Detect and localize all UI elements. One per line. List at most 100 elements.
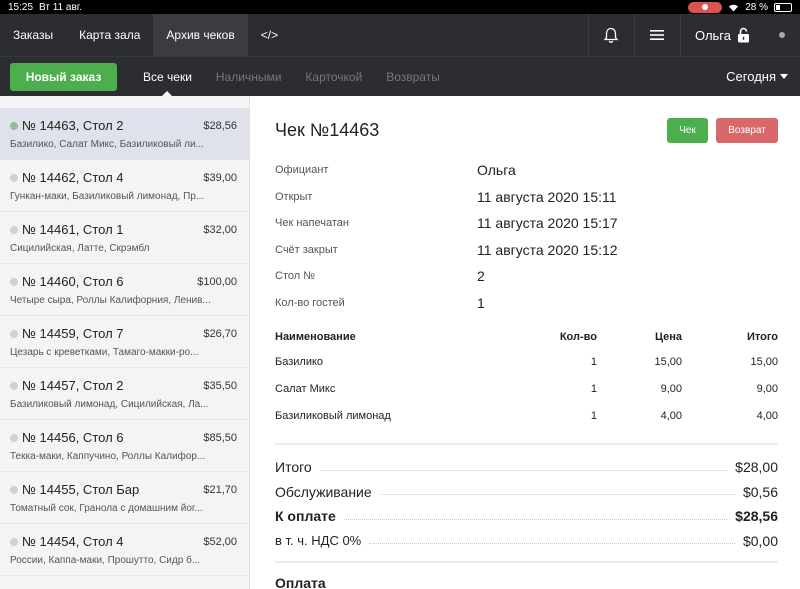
amount-due-row: К оплате $28,56 bbox=[275, 504, 778, 529]
filter-cash[interactable]: Наличными bbox=[204, 57, 294, 97]
item-price: 9,00 bbox=[660, 382, 682, 395]
item-name: Базиликовый лимонад bbox=[275, 409, 391, 422]
bell-icon bbox=[604, 27, 619, 43]
notifications-button[interactable] bbox=[587, 14, 634, 56]
lock-icon bbox=[738, 27, 749, 43]
subtotal-row: Итого $28,00 bbox=[275, 455, 778, 480]
total-label: К оплате bbox=[275, 508, 336, 525]
receipt-list-item[interactable]: № 14455, Стол Бар $21,70 Томатный сок, Гр… bbox=[0, 472, 249, 524]
info-label: Счёт закрыт bbox=[275, 243, 338, 256]
receipt-items-summary: Цезарь с креветками, Тамаго-макки-ро... bbox=[10, 347, 199, 358]
screen-recording-icon bbox=[688, 1, 723, 13]
item-total: 15,00 bbox=[750, 355, 778, 368]
payment-heading: Оплата bbox=[275, 575, 326, 589]
info-value: 1 bbox=[477, 294, 485, 311]
items-table: Наименование Кол-во Цена Итого Базилико … bbox=[275, 326, 778, 429]
receipt-amount: $35,50 bbox=[203, 379, 237, 392]
total-label: Итого bbox=[275, 459, 312, 476]
new-order-button[interactable]: Новый заказ bbox=[10, 62, 117, 91]
item-price: 4,00 bbox=[660, 409, 682, 422]
status-dot-icon bbox=[10, 485, 18, 494]
tab-hall-map[interactable]: Карта зала bbox=[66, 14, 153, 56]
receipt-info: Официант Ольга Открыт 11 августа 2020 15:1… bbox=[275, 157, 778, 316]
service-row: Обслуживание $0,56 bbox=[275, 480, 778, 505]
tab-label: Карта зала bbox=[79, 28, 141, 42]
status-dot-icon bbox=[10, 381, 18, 390]
status-dot-icon bbox=[10, 173, 18, 182]
info-value: 11 августа 2020 15:11 bbox=[477, 188, 617, 205]
item-qty: 1 bbox=[590, 355, 597, 368]
tab-label: Архив чеков bbox=[166, 28, 235, 42]
caret-down-icon bbox=[780, 74, 788, 79]
total-label: Обслуживание bbox=[275, 483, 372, 500]
total-amount: $28,00 bbox=[735, 459, 778, 476]
divider bbox=[275, 561, 778, 563]
receipt-list-item[interactable]: № 14463, Стол 2 $28,56 Базилико, Салат Ми… bbox=[0, 108, 249, 160]
receipt-title: № 14460, Стол 6 bbox=[22, 274, 124, 289]
receipt-amount: $26,70 bbox=[203, 327, 237, 340]
receipt-title: № 14454, Стол 4 bbox=[22, 534, 124, 549]
item-price: 15,00 bbox=[654, 355, 682, 368]
tab-code[interactable]: </> bbox=[248, 14, 291, 56]
wifi-icon bbox=[729, 4, 739, 11]
filter-bar: Новый заказ Все чеки Наличными Карточкой… bbox=[0, 56, 800, 97]
period-select[interactable]: Сегодня bbox=[726, 69, 788, 84]
status-dot-icon bbox=[10, 277, 18, 286]
item-total: 9,00 bbox=[756, 382, 778, 395]
receipt-amount: $52,00 bbox=[203, 535, 237, 548]
receipts-list: № 14463, Стол 2 $28,56 Базилико, Салат Ми… bbox=[0, 96, 250, 589]
info-value: 11 августа 2020 15:17 bbox=[477, 215, 618, 232]
period-value: Сегодня bbox=[726, 69, 776, 84]
battery-icon bbox=[774, 2, 792, 12]
table-row: Базиликовый лимонад 1 4,00 4,00 bbox=[275, 402, 778, 429]
status-time: 15:25 bbox=[8, 1, 34, 13]
connection-status-icon bbox=[764, 14, 800, 56]
info-value: Ольга bbox=[477, 162, 516, 179]
column-total-header: Итого bbox=[746, 331, 778, 343]
total-label: в т. ч. НДС 0% bbox=[275, 533, 362, 549]
dotted-leader bbox=[319, 469, 728, 471]
user-menu[interactable]: Ольга bbox=[679, 14, 764, 56]
dotted-leader bbox=[369, 543, 735, 545]
item-qty: 1 bbox=[590, 382, 597, 395]
menu-icon bbox=[650, 30, 665, 40]
filter-returns[interactable]: Возвраты bbox=[374, 57, 452, 97]
receipt-list-item[interactable]: № 14461, Стол 1 $32,00 Сицилийская, Латте… bbox=[0, 212, 249, 264]
item-name: Базилико bbox=[275, 355, 324, 368]
tab-receipts-archive[interactable]: Архив чеков bbox=[153, 14, 248, 56]
top-navigation: Заказы Карта зала Архив чеков </> Ольга bbox=[0, 14, 800, 56]
divider bbox=[275, 443, 778, 445]
menu-button[interactable] bbox=[633, 14, 680, 56]
status-dot-icon bbox=[10, 537, 18, 546]
receipt-title: № 14462, Стол 4 bbox=[22, 170, 124, 185]
receipt-title: № 14461, Стол 1 bbox=[22, 222, 124, 237]
table-row: Базилико 1 15,00 15,00 bbox=[275, 348, 778, 375]
receipt-list-item[interactable]: № 14454, Стол 4 $52,00 России, Каппа-маки… bbox=[0, 524, 249, 576]
info-label: Кол-во гостей bbox=[275, 296, 345, 309]
print-receipt-button[interactable]: Чек bbox=[667, 118, 708, 143]
receipt-amount: $85,50 bbox=[203, 431, 237, 444]
receipt-amount: $100,00 bbox=[197, 275, 237, 288]
dotted-leader bbox=[343, 518, 728, 520]
receipt-list-item[interactable]: № 14462, Стол 4 $39,00 Гункан-маки, Базил… bbox=[0, 160, 249, 212]
receipt-totals: Итого $28,00 Обслуживание $0,56 К оплате $2… bbox=[275, 455, 778, 553]
user-name: Ольга bbox=[694, 27, 731, 43]
vat-row: в т. ч. НДС 0% $0,00 bbox=[275, 529, 778, 554]
filter-all-receipts[interactable]: Все чеки bbox=[131, 57, 204, 97]
receipt-list-item[interactable]: № 14456, Стол 6 $85,50 Текка-маки, Каппуч… bbox=[0, 420, 249, 472]
receipt-list-item[interactable]: № 14459, Стол 7 $26,70 Цезарь с креветкам… bbox=[0, 316, 249, 368]
receipt-list-item[interactable]: № 14460, Стол 6 $100,00 Четыре сыра, Ролл… bbox=[0, 264, 249, 316]
refund-button[interactable]: Возврат bbox=[716, 118, 778, 143]
tab-orders[interactable]: Заказы bbox=[0, 14, 66, 56]
items-table-header: Наименование Кол-во Цена Итого bbox=[275, 326, 778, 348]
filter-card[interactable]: Карточкой bbox=[293, 57, 374, 97]
info-value: 11 августа 2020 15:12 bbox=[477, 241, 618, 258]
receipt-title: № 14459, Стол 7 bbox=[22, 326, 124, 341]
dotted-leader bbox=[379, 494, 735, 496]
status-dot-icon bbox=[10, 225, 18, 234]
receipt-items-summary: Базилико, Салат Микс, Базиликовый ли... bbox=[10, 139, 204, 150]
receipt-items-summary: Сицилийская, Латте, Скрэмбл bbox=[10, 243, 150, 254]
status-dot-icon bbox=[10, 433, 18, 442]
table-row: Салат Микс 1 9,00 9,00 bbox=[275, 375, 778, 402]
receipt-list-item[interactable]: № 14457, Стол 2 $35,50 Базиликовый лимона… bbox=[0, 368, 249, 420]
